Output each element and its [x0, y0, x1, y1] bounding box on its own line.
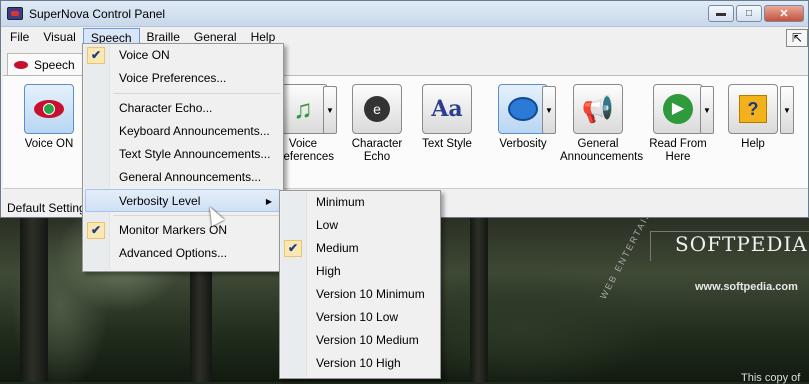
menu-item-label: Voice Preferences...	[119, 71, 227, 85]
check-icon: ✔	[87, 47, 105, 64]
general-announcements-label: General Announcements	[560, 138, 644, 163]
softpedia-banner: SOFTPEDIA	[650, 231, 809, 261]
character-echo-icon: e	[352, 84, 402, 134]
menu-item-general-announcements[interactable]: General Announcements...	[83, 166, 283, 189]
menu-item-label: Advanced Options...	[119, 246, 228, 260]
menu-item-label: Version 10 Low	[316, 310, 399, 324]
text-style-icon: Aa	[422, 84, 472, 134]
menu-item-character-echo[interactable]: Character Echo...	[83, 97, 283, 120]
tab-speech[interactable]: Speech	[7, 53, 89, 75]
voice-on-icon	[24, 84, 74, 134]
menu-item-label: General Announcements...	[119, 170, 262, 184]
help-label: Help	[741, 138, 765, 150]
verbosity-submenu: Minimum Low ✔ Medium High Version 10 Mini…	[279, 190, 441, 379]
pin-icon[interactable]: ⇱	[786, 29, 808, 47]
windows-copy-notice: This copy of	[741, 372, 801, 384]
verbosity-medium[interactable]: ✔ Medium	[280, 237, 440, 260]
help-dropdown[interactable]: ▼	[780, 86, 794, 134]
verbosity-v10-medium[interactable]: Version 10 Medium	[280, 329, 440, 352]
verbosity-v10-minimum[interactable]: Version 10 Minimum	[280, 283, 440, 306]
verbosity-low[interactable]: Low	[280, 214, 440, 237]
verbosity-label: Verbosity	[499, 138, 547, 150]
tree-trunk	[470, 216, 488, 382]
tab-label: Speech	[34, 57, 75, 72]
menu-item-label: Character Echo...	[119, 101, 213, 115]
menu-item-advanced-options[interactable]: Advanced Options...	[83, 242, 283, 265]
title-bar[interactable]: SuperNova Control Panel ▬ □ ✕	[1, 1, 808, 27]
menu-item-label: Text Style Announcements...	[119, 147, 271, 161]
verbosity-high[interactable]: High	[280, 260, 440, 283]
menu-item-label: Medium	[316, 241, 359, 255]
character-echo-button[interactable]: e Character Echo	[339, 84, 415, 164]
speech-menu: ✔ Voice ON Voice Preferences... Character…	[82, 43, 284, 272]
verbosity-dropdown[interactable]: ▼	[542, 86, 556, 134]
menu-item-label: Minimum	[316, 195, 365, 209]
menu-file[interactable]: File	[3, 28, 36, 46]
check-icon: ✔	[87, 222, 105, 239]
menu-item-label: Voice ON	[119, 48, 170, 62]
lips-icon	[14, 60, 28, 69]
music-note-icon: ♫	[278, 84, 328, 134]
menu-item-voice-on[interactable]: ✔ Voice ON	[83, 44, 283, 67]
minimize-button[interactable]: ▬	[708, 5, 734, 22]
menu-item-label: Verbosity Level	[119, 194, 201, 208]
menu-item-label: Version 10 Minimum	[316, 287, 425, 301]
menu-item-label: Version 10 High	[316, 356, 401, 370]
tree-trunk	[20, 216, 48, 382]
verbosity-minimum[interactable]: Minimum	[280, 191, 440, 214]
read-from-here-dropdown[interactable]: ▼	[700, 86, 714, 134]
menu-item-text-style-announcements[interactable]: Text Style Announcements...	[83, 143, 283, 166]
voice-on-button[interactable]: Voice ON	[11, 84, 87, 151]
read-from-here-label: Read From Here	[649, 138, 707, 163]
close-button[interactable]: ✕	[764, 5, 804, 22]
window-title: SuperNova Control Panel	[29, 6, 166, 21]
menu-item-label: Low	[316, 218, 339, 232]
text-style-button[interactable]: Aa Text Style	[409, 84, 485, 151]
character-echo-label: Character Echo	[351, 138, 403, 163]
verbosity-v10-high[interactable]: Version 10 High	[280, 352, 440, 375]
menu-item-monitor-markers[interactable]: ✔ Monitor Markers ON	[83, 219, 283, 242]
speech-bubble-icon	[498, 84, 548, 134]
menu-item-label: Keyboard Announcements...	[119, 124, 270, 138]
menu-separator	[113, 215, 281, 216]
verbosity-v10-low[interactable]: Version 10 Low	[280, 306, 440, 329]
menu-item-label: Version 10 Medium	[316, 333, 419, 347]
menu-item-label: High	[316, 264, 341, 278]
question-icon: ?	[728, 84, 778, 134]
app-icon	[7, 7, 23, 20]
menu-item-voice-preferences[interactable]: Voice Preferences...	[83, 67, 283, 90]
submenu-arrow-icon: ▶	[265, 197, 272, 206]
check-icon: ✔	[284, 240, 302, 257]
play-icon: ▶	[653, 84, 703, 134]
maximize-button[interactable]: □	[736, 5, 762, 22]
text-style-label: Text Style	[422, 138, 472, 150]
menu-separator	[113, 93, 281, 94]
menu-item-keyboard-announcements[interactable]: Keyboard Announcements...	[83, 120, 283, 143]
menu-item-verbosity-level[interactable]: Verbosity Level ▶	[85, 189, 281, 212]
general-announcements-button[interactable]: 📢 General Announcements	[560, 84, 643, 164]
status-text: Default Setting	[7, 201, 86, 215]
voice-on-label: Voice ON	[24, 138, 74, 150]
menu-visual[interactable]: Visual	[36, 28, 82, 46]
window-controls: ▬ □ ✕	[708, 5, 804, 22]
megaphone-icon: 📢	[573, 84, 623, 134]
voice-preferences-dropdown[interactable]: ▼	[323, 86, 337, 134]
softpedia-url: www.softpedia.com	[695, 281, 798, 293]
